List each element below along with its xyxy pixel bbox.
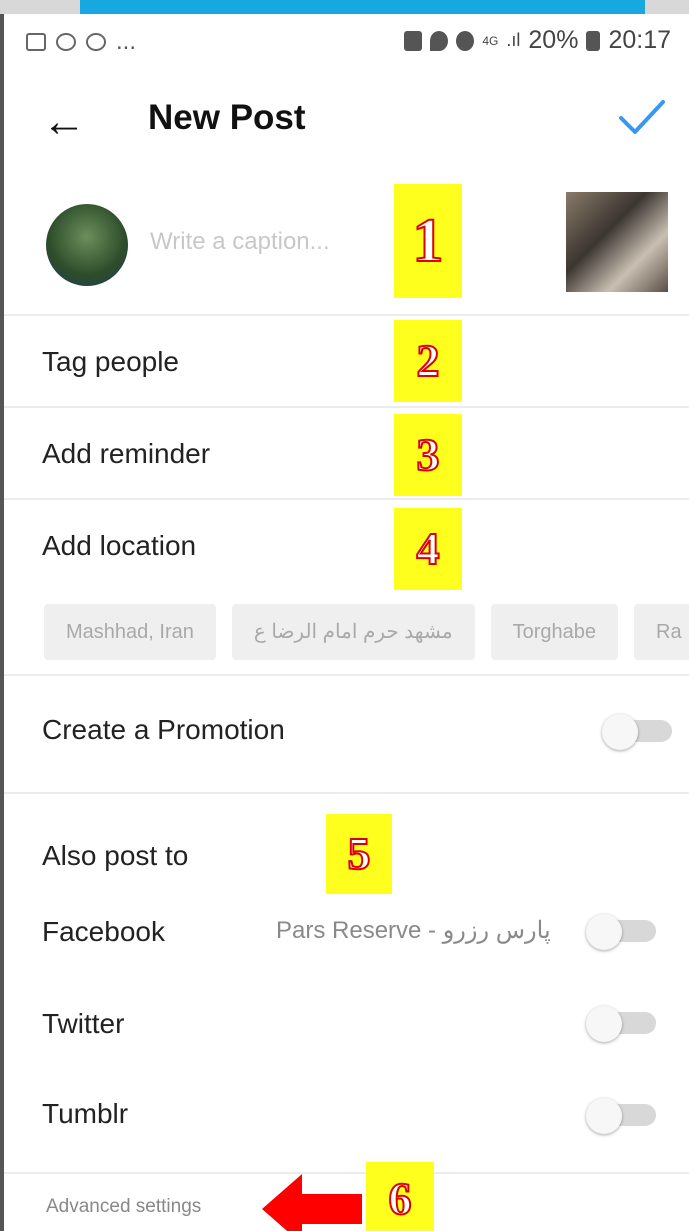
tumblr-label: Tumblr <box>42 1098 129 1129</box>
status-left: ... <box>26 28 136 56</box>
status-right: 4G .ıl 20% 20:17 <box>404 26 671 55</box>
facebook-label: Facebook <box>42 916 165 947</box>
marker-6: 6 <box>366 1162 434 1231</box>
back-arrow-icon[interactable]: ← <box>42 100 86 144</box>
tag-people-option[interactable]: Tag people <box>42 346 179 378</box>
instagram-icon <box>56 33 76 51</box>
gallery-icon <box>26 33 46 51</box>
location-chip[interactable]: Mashhad, Iran <box>44 604 216 660</box>
twitter-toggle[interactable] <box>586 1006 656 1042</box>
divider <box>4 498 689 500</box>
tumblr-toggle[interactable] <box>586 1098 656 1134</box>
avatar <box>46 204 128 286</box>
battery-level: 20% <box>528 26 579 54</box>
divider <box>4 406 689 408</box>
marker-5: 5 <box>326 814 392 894</box>
location-chip[interactable]: مشهد حرم امام الرضا ع <box>231 604 475 660</box>
location-chip[interactable]: Ra <box>634 604 689 660</box>
network-type: 4G <box>482 33 499 48</box>
page-title: New Post <box>148 98 306 137</box>
post-thumbnail[interactable] <box>566 192 668 292</box>
also-post-heading: Also post to <box>42 840 189 871</box>
signal-icon: .ıl <box>506 30 521 50</box>
marker-2: 2 <box>394 320 462 402</box>
more-notifications: ... <box>116 28 137 55</box>
top-edge-bar <box>80 0 645 14</box>
facebook-toggle[interactable] <box>586 914 656 950</box>
clock: 20:17 <box>608 26 671 54</box>
facebook-account: Pars Reserve - پارس رزرو <box>276 917 551 944</box>
divider <box>4 314 689 316</box>
divider <box>4 792 689 794</box>
alarm-icon <box>456 30 475 51</box>
phone-screen: ... 4G .ıl 20% 20:17 ← New Post Write a … <box>0 14 689 1231</box>
app-header: ← New Post <box>4 76 689 168</box>
marker-3: 3 <box>394 414 462 496</box>
location-suggestions: Mashhad, Iran مشهد حرم امام الرضا ع Torg… <box>44 604 689 660</box>
lock-icon <box>404 30 423 51</box>
promotion-toggle[interactable] <box>602 714 672 750</box>
create-promotion-label: Create a Promotion <box>42 714 285 745</box>
battery-icon <box>586 30 601 51</box>
marker-1: 1 <box>394 184 462 298</box>
add-location-option[interactable]: Add location <box>42 530 196 562</box>
red-arrow-icon <box>262 1174 362 1231</box>
status-bar: ... 4G .ıl 20% 20:17 <box>4 14 689 76</box>
advanced-settings-link[interactable]: Advanced settings <box>46 1196 201 1218</box>
location-icon <box>430 30 449 51</box>
divider <box>4 674 689 676</box>
whatsapp-icon <box>86 33 106 51</box>
caption-input[interactable]: Write a caption... <box>150 228 330 256</box>
location-chip[interactable]: Torghabe <box>490 604 618 660</box>
add-reminder-option[interactable]: Add reminder <box>42 438 210 470</box>
twitter-label: Twitter <box>42 1008 125 1039</box>
marker-4: 4 <box>394 508 462 590</box>
checkmark-icon[interactable] <box>617 98 667 138</box>
